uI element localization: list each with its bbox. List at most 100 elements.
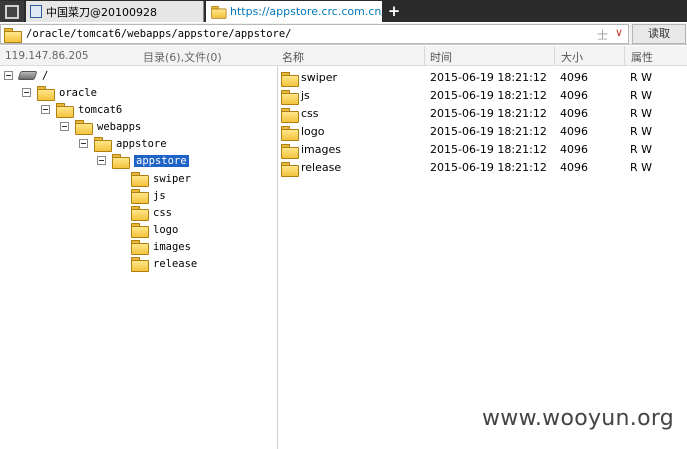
file-attr: R W — [630, 161, 653, 174]
tree-item-appstore-selected[interactable]: appstore — [97, 152, 189, 169]
tree-item-appstore[interactable]: appstore — [79, 135, 167, 152]
tab-appstore[interactable]: https://appstore.crc.com.cn/... — [206, 1, 382, 22]
read-button[interactable]: 读取 — [632, 24, 686, 44]
watermark: www.wooyun.org — [482, 406, 675, 431]
folder-icon — [281, 126, 299, 141]
tree-item-release[interactable]: release — [131, 255, 197, 272]
file-attr: R W — [630, 107, 653, 120]
folder-icon — [37, 86, 55, 101]
file-size: 4096 — [560, 161, 588, 174]
tree-item-js[interactable]: js — [131, 187, 166, 204]
file-attr: R W — [630, 143, 653, 156]
tab-label: https://appstore.crc.com.cn/... — [230, 5, 382, 18]
file-time: 2015-06-19 18:21:12 — [430, 71, 547, 84]
file-time: 2015-06-19 18:21:12 — [430, 143, 547, 156]
folder-icon — [75, 120, 93, 135]
folder-icon — [211, 5, 227, 19]
tree-item-label: webapps — [97, 120, 142, 133]
folder-icon — [56, 103, 74, 118]
column-name[interactable]: 名称 — [282, 49, 304, 65]
tree-item-label: swiper — [153, 172, 191, 185]
column-time[interactable]: 时间 — [430, 49, 452, 65]
folder-icon — [281, 108, 299, 123]
app-menu-button[interactable] — [0, 1, 24, 22]
file-size: 4096 — [560, 125, 588, 138]
file-name: css — [301, 107, 319, 120]
folder-icon — [94, 137, 112, 152]
host-ip: 119.147.86.205 — [5, 50, 89, 62]
tree-item-label: appstore — [116, 137, 167, 150]
file-row[interactable]: js 2015-06-19 18:21:12 4096 R W — [279, 87, 687, 105]
status-bar: 119.147.86.205 目录(6),文件(0) — [0, 46, 278, 66]
file-list: swiper 2015-06-19 18:21:12 4096 R W js 2… — [279, 66, 687, 449]
column-size[interactable]: 大小 — [561, 49, 583, 65]
collapse-icon[interactable] — [41, 105, 50, 114]
tree-item-label: oracle — [59, 86, 97, 99]
tree-item-label: js — [153, 189, 166, 202]
file-row[interactable]: css 2015-06-19 18:21:12 4096 R W — [279, 105, 687, 123]
collapse-icon[interactable] — [60, 122, 69, 131]
collapse-icon[interactable] — [79, 139, 88, 148]
column-header: 名称 时间 大小 属性 — [278, 46, 687, 66]
tree-item-logo[interactable]: logo — [131, 221, 178, 238]
file-name: swiper — [301, 71, 338, 84]
chevron-down-icon[interactable]: ∨ — [615, 26, 623, 39]
app-icon — [5, 4, 19, 19]
file-row[interactable]: logo 2015-06-19 18:21:12 4096 R W — [279, 123, 687, 141]
file-row[interactable]: release 2015-06-19 18:21:12 4096 R W — [279, 159, 687, 177]
column-divider[interactable] — [554, 46, 555, 66]
file-attr: R W — [630, 125, 653, 138]
tree-item-label: / — [42, 69, 49, 82]
tree-item-label: tomcat6 — [78, 103, 123, 116]
collapse-icon[interactable] — [4, 71, 13, 80]
folder-icon — [281, 144, 299, 159]
column-divider[interactable] — [624, 46, 625, 66]
tab-caidao[interactable]: 中国菜刀@20100928 — [26, 1, 204, 22]
file-row[interactable]: images 2015-06-19 18:21:12 4096 R W — [279, 141, 687, 159]
tree-item-label: css — [153, 206, 172, 219]
file-name: images — [301, 143, 341, 156]
folder-icon — [131, 206, 149, 221]
file-name: release — [301, 161, 342, 174]
address-bar: /oracle/tomcat6/webapps/appstore/appstor… — [0, 23, 687, 45]
folder-icon — [4, 27, 22, 43]
tree-item-images[interactable]: images — [131, 238, 191, 255]
page-icon — [30, 5, 42, 18]
tree-item-root[interactable]: / — [4, 67, 48, 84]
file-attr: R W — [630, 89, 653, 102]
collapse-icon[interactable] — [97, 156, 106, 165]
tree-item-tomcat6[interactable]: tomcat6 — [41, 101, 122, 118]
bookmark-icon[interactable]: 士 — [597, 27, 608, 43]
tab-bar: 中国菜刀@20100928 https://appstore.crc.com.c… — [0, 0, 687, 22]
tree-item-label: logo — [153, 223, 179, 236]
file-time: 2015-06-19 18:21:12 — [430, 89, 547, 102]
tree-item-webapps[interactable]: webapps — [60, 118, 141, 135]
column-divider[interactable] — [424, 46, 425, 66]
file-time: 2015-06-19 18:21:12 — [430, 107, 547, 120]
new-tab-button[interactable]: + — [386, 2, 402, 20]
path-input[interactable]: /oracle/tomcat6/webapps/appstore/appstor… — [0, 24, 629, 44]
tree-item-oracle[interactable]: oracle — [22, 84, 97, 101]
tree-item-swiper[interactable]: swiper — [131, 170, 191, 187]
directory-tree: / oracle tomcat6 webapps appstore appsto… — [0, 66, 278, 449]
collapse-icon[interactable] — [22, 88, 31, 97]
file-name: logo — [301, 125, 325, 138]
column-attr[interactable]: 属性 — [631, 49, 653, 65]
tree-item-label: images — [153, 240, 191, 253]
file-size: 4096 — [560, 89, 588, 102]
folder-icon — [281, 162, 299, 177]
tree-item-css[interactable]: css — [131, 204, 172, 221]
file-attr: R W — [630, 71, 653, 84]
tab-label: 中国菜刀@20100928 — [46, 5, 157, 19]
file-row[interactable]: swiper 2015-06-19 18:21:12 4096 R W — [279, 69, 687, 87]
file-time: 2015-06-19 18:21:12 — [430, 125, 547, 138]
folder-icon — [131, 223, 149, 238]
file-size: 4096 — [560, 107, 588, 120]
folder-icon — [281, 72, 299, 87]
folder-icon — [131, 240, 149, 255]
folder-icon — [131, 189, 149, 204]
drive-icon — [17, 71, 38, 80]
folder-icon — [112, 154, 130, 169]
tree-item-label: release — [153, 257, 198, 270]
folder-icon — [131, 172, 149, 187]
